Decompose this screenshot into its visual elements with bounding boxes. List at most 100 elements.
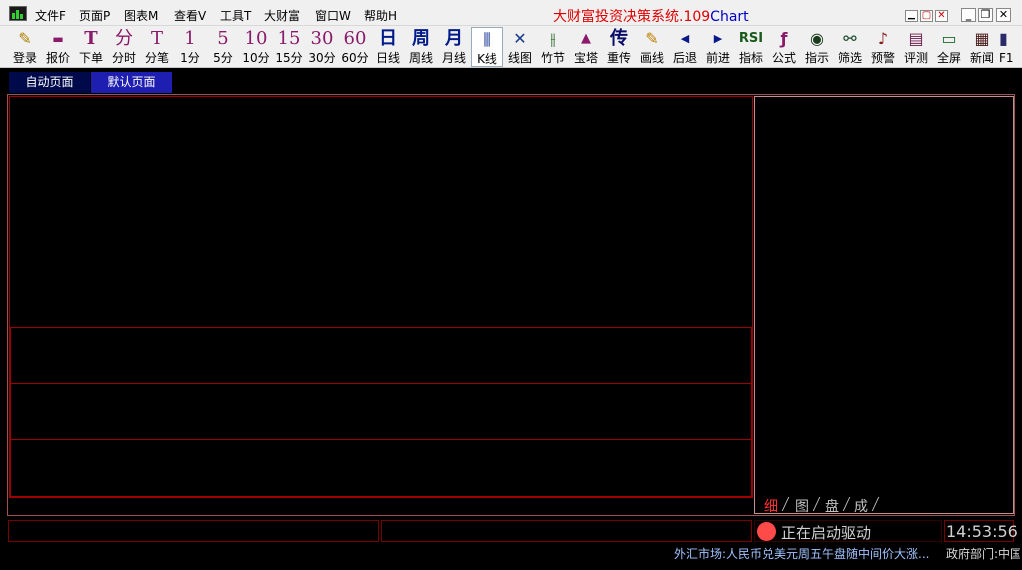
alert-button[interactable]: ♪ 预警 bbox=[867, 27, 899, 67]
restore-icon[interactable]: ❐ bbox=[978, 8, 993, 22]
daily-button[interactable]: 日 日线 bbox=[372, 27, 404, 67]
order-button[interactable]: T 下单 bbox=[75, 27, 107, 67]
quote-label: 报价 bbox=[45, 51, 70, 65]
retransmit-button[interactable]: 传 重传 bbox=[603, 27, 635, 67]
menu-help[interactable]: 帮助H bbox=[364, 7, 397, 24]
bamboo-label: 竹节 bbox=[540, 51, 565, 65]
pencil-icon: ✎ bbox=[18, 29, 32, 48]
menu-window[interactable]: 窗口W bbox=[315, 7, 351, 24]
menu-dacaifu[interactable]: 大财富 bbox=[264, 7, 300, 24]
indicator-panel-1[interactable] bbox=[10, 327, 752, 384]
login-label: 登录 bbox=[12, 51, 37, 65]
menu-view[interactable]: 查看V bbox=[174, 7, 206, 24]
back-icon: ◀ bbox=[680, 32, 690, 45]
alert-icon: ♪ bbox=[877, 29, 889, 48]
review-button[interactable]: ▤ 评测 bbox=[900, 27, 932, 67]
filter-button[interactable]: ⚯ 筛选 bbox=[834, 27, 866, 67]
ten-icon: 10 bbox=[244, 28, 268, 49]
signal-button[interactable]: ◉ 指示 bbox=[801, 27, 833, 67]
f1-button[interactable]: ▮ F1 bbox=[999, 27, 1021, 67]
back-label: 后退 bbox=[672, 51, 697, 65]
candlestick-icon: ⫼ bbox=[483, 30, 491, 49]
minimize-icon[interactable]: _ bbox=[961, 8, 976, 22]
alert-label: 预警 bbox=[870, 51, 895, 65]
monthly-button[interactable]: 月 月线 bbox=[438, 27, 470, 67]
monitor-icon: ▭ bbox=[941, 29, 957, 48]
inner-restore-icon[interactable]: ▢ bbox=[920, 10, 933, 22]
fifteen-icon: 15 bbox=[277, 28, 301, 49]
tower-icon: ▲ bbox=[581, 31, 591, 46]
login-button[interactable]: ✎ 登录 bbox=[9, 27, 41, 67]
menu-page[interactable]: 页面P bbox=[79, 7, 110, 24]
clock: 14:53:56 bbox=[946, 522, 1018, 541]
menu-bar: 文件F 页面P 图表M 查看V 工具T 大财富 窗口W 帮助H 大财富投资决策系… bbox=[0, 0, 1022, 26]
one-icon: 1 bbox=[184, 28, 196, 49]
kline-button[interactable]: ⫼ K线 bbox=[471, 27, 503, 67]
inner-close-icon[interactable]: ✕ bbox=[935, 10, 948, 22]
quote-icon: ▬ bbox=[52, 32, 64, 46]
indicator-button[interactable]: RSI 指标 bbox=[735, 27, 767, 67]
news-ticker-1[interactable]: 外汇市场:人民币兑美元周五午盘随中间价大涨... bbox=[674, 545, 940, 562]
sixty-icon: 60 bbox=[343, 28, 367, 49]
bamboo-button[interactable]: ⫲ 竹节 bbox=[537, 27, 569, 67]
window-title: 大财富投资决策系统.109Chart bbox=[553, 6, 749, 26]
forward-button[interactable]: ▶ 前进 bbox=[702, 27, 734, 67]
10min-button[interactable]: 10 10分 bbox=[240, 27, 272, 67]
tab-default-page[interactable]: 默认页面 bbox=[91, 72, 172, 93]
indicator-label: 指标 bbox=[738, 51, 763, 65]
fullscreen-button[interactable]: ▭ 全屏 bbox=[933, 27, 965, 67]
tick-button[interactable]: T 分笔 bbox=[141, 27, 173, 67]
status-light-icon bbox=[757, 522, 776, 541]
news-ticker-2[interactable]: 政府部门:中国 bbox=[946, 545, 1020, 562]
forward-icon: ▶ bbox=[713, 32, 723, 45]
side-tab-chart[interactable]: 图 bbox=[795, 496, 809, 516]
order-icon: T bbox=[84, 28, 98, 49]
news-button[interactable]: ▦ 新闻 bbox=[966, 27, 998, 67]
60min-button[interactable]: 60 60分 bbox=[339, 27, 371, 67]
menu-chart[interactable]: 图表M bbox=[124, 7, 158, 24]
1min-button[interactable]: 1 1分 bbox=[174, 27, 206, 67]
linechart-button[interactable]: ✕ 线图 bbox=[504, 27, 536, 67]
side-tab-volume[interactable]: 成 bbox=[854, 496, 868, 516]
1min-label: 1分 bbox=[180, 51, 200, 65]
formula-button[interactable]: ƒ 公式 bbox=[768, 27, 800, 67]
menu-file[interactable]: 文件F bbox=[35, 7, 66, 24]
side-tab-board[interactable]: 盘 bbox=[825, 496, 839, 516]
tab-auto-page[interactable]: 自动页面 bbox=[9, 72, 90, 93]
draw-label: 画线 bbox=[639, 51, 664, 65]
month-icon: 月 bbox=[445, 28, 463, 49]
week-icon: 周 bbox=[412, 28, 430, 49]
formula-icon: ƒ bbox=[780, 29, 788, 48]
tick-icon: T bbox=[150, 28, 163, 49]
retransmit-label: 重传 bbox=[606, 51, 631, 65]
intraday-button[interactable]: 分 分时 bbox=[108, 27, 140, 67]
inner-minimize-icon[interactable]: ▁ bbox=[905, 10, 918, 22]
f1-label: F1 bbox=[999, 51, 1014, 65]
5min-label: 5分 bbox=[213, 51, 233, 65]
retransmit-icon: 传 bbox=[610, 28, 628, 49]
toolbar: ✎ 登录 ▬ 报价 T 下单 分 分时 T 分笔 1 1分 5 5分 10 10… bbox=[0, 26, 1022, 68]
weekly-button[interactable]: 周 周线 bbox=[405, 27, 437, 67]
quote-button[interactable]: ▬ 报价 bbox=[42, 27, 74, 67]
status-cell-2 bbox=[381, 520, 752, 542]
daily-label: 日线 bbox=[375, 51, 400, 65]
indicator-panel-3[interactable] bbox=[10, 439, 752, 497]
driver-status-text: 正在启动驱动 bbox=[781, 524, 872, 542]
15min-button[interactable]: 15 15分 bbox=[273, 27, 305, 67]
quote-detail-panel[interactable] bbox=[754, 96, 1014, 514]
5min-button[interactable]: 5 5分 bbox=[207, 27, 239, 67]
30min-button[interactable]: 30 30分 bbox=[306, 27, 338, 67]
tower-label: 宝塔 bbox=[573, 51, 598, 65]
rsi-icon: RSI bbox=[738, 31, 764, 46]
draw-button[interactable]: ✎ 画线 bbox=[636, 27, 668, 67]
60min-label: 60分 bbox=[341, 51, 369, 65]
app-logo-icon[interactable] bbox=[9, 6, 27, 21]
indicator-panel-2[interactable] bbox=[10, 383, 752, 440]
side-tab-detail[interactable]: 细 bbox=[764, 496, 778, 516]
line-chart-icon: ✕ bbox=[513, 29, 527, 48]
tower-button[interactable]: ▲ 宝塔 bbox=[570, 27, 602, 67]
back-button[interactable]: ◀ 后退 bbox=[669, 27, 701, 67]
menu-tools[interactable]: 工具T bbox=[220, 7, 251, 24]
close-icon[interactable]: ✕ bbox=[996, 8, 1011, 22]
tick-label: 分笔 bbox=[144, 51, 169, 65]
